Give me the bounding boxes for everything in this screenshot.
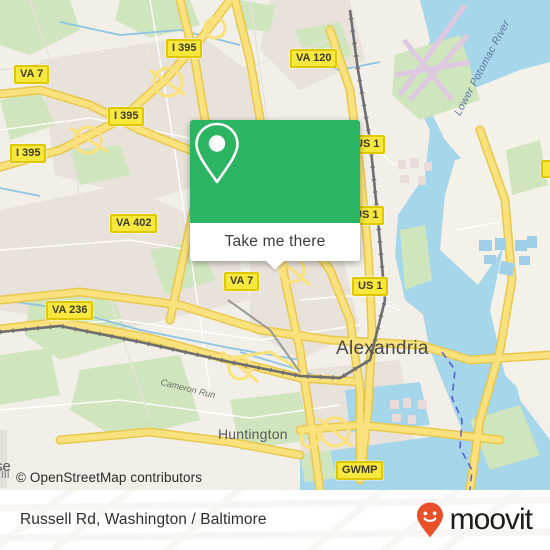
map-shield-va7-south: VA 7: [224, 272, 260, 291]
map-shield-va120: VA 120: [290, 49, 338, 68]
map-shield-gwmp: GWMP: [336, 461, 384, 480]
screenshot-root: Alexandria Huntington se ill Lower Potom…: [0, 0, 550, 550]
map-shield-i395-north: I 395: [166, 39, 203, 58]
map-shield-va7-north: VA 7: [14, 65, 50, 84]
location-popup-card[interactable]: Take me there: [190, 120, 360, 270]
popup-icon-area: [190, 120, 360, 223]
moovit-logo[interactable]: moovit: [415, 501, 533, 539]
map-pin-icon: [195, 122, 239, 184]
map-canvas[interactable]: Alexandria Huntington se ill Lower Potom…: [0, 0, 550, 490]
footer-location-title: Russell Rd, Washington / Baltimore: [20, 511, 267, 528]
map-shield-clipped-east: [541, 160, 550, 178]
take-me-there-label: Take me there: [224, 233, 326, 250]
moovit-pin-icon: [416, 502, 443, 538]
map-shield-us1-south: US 1: [352, 277, 389, 296]
map-left-edge-strip: [0, 430, 7, 488]
map-shield-i395-west: I 395: [10, 144, 47, 163]
take-me-there-button[interactable]: Take me there: [190, 223, 360, 270]
map-shield-va402: VA 402: [110, 214, 158, 233]
map-shield-i395-mid: I 395: [108, 107, 145, 126]
moovit-wordmark: moovit: [449, 503, 533, 536]
osm-attribution[interactable]: © OpenStreetMap contributors: [16, 470, 202, 485]
popup-tail-pointer: [266, 261, 284, 270]
map-shield-va236: VA 236: [46, 301, 94, 320]
footer-bar: Russell Rd, Washington / Baltimore moovi…: [0, 490, 550, 550]
